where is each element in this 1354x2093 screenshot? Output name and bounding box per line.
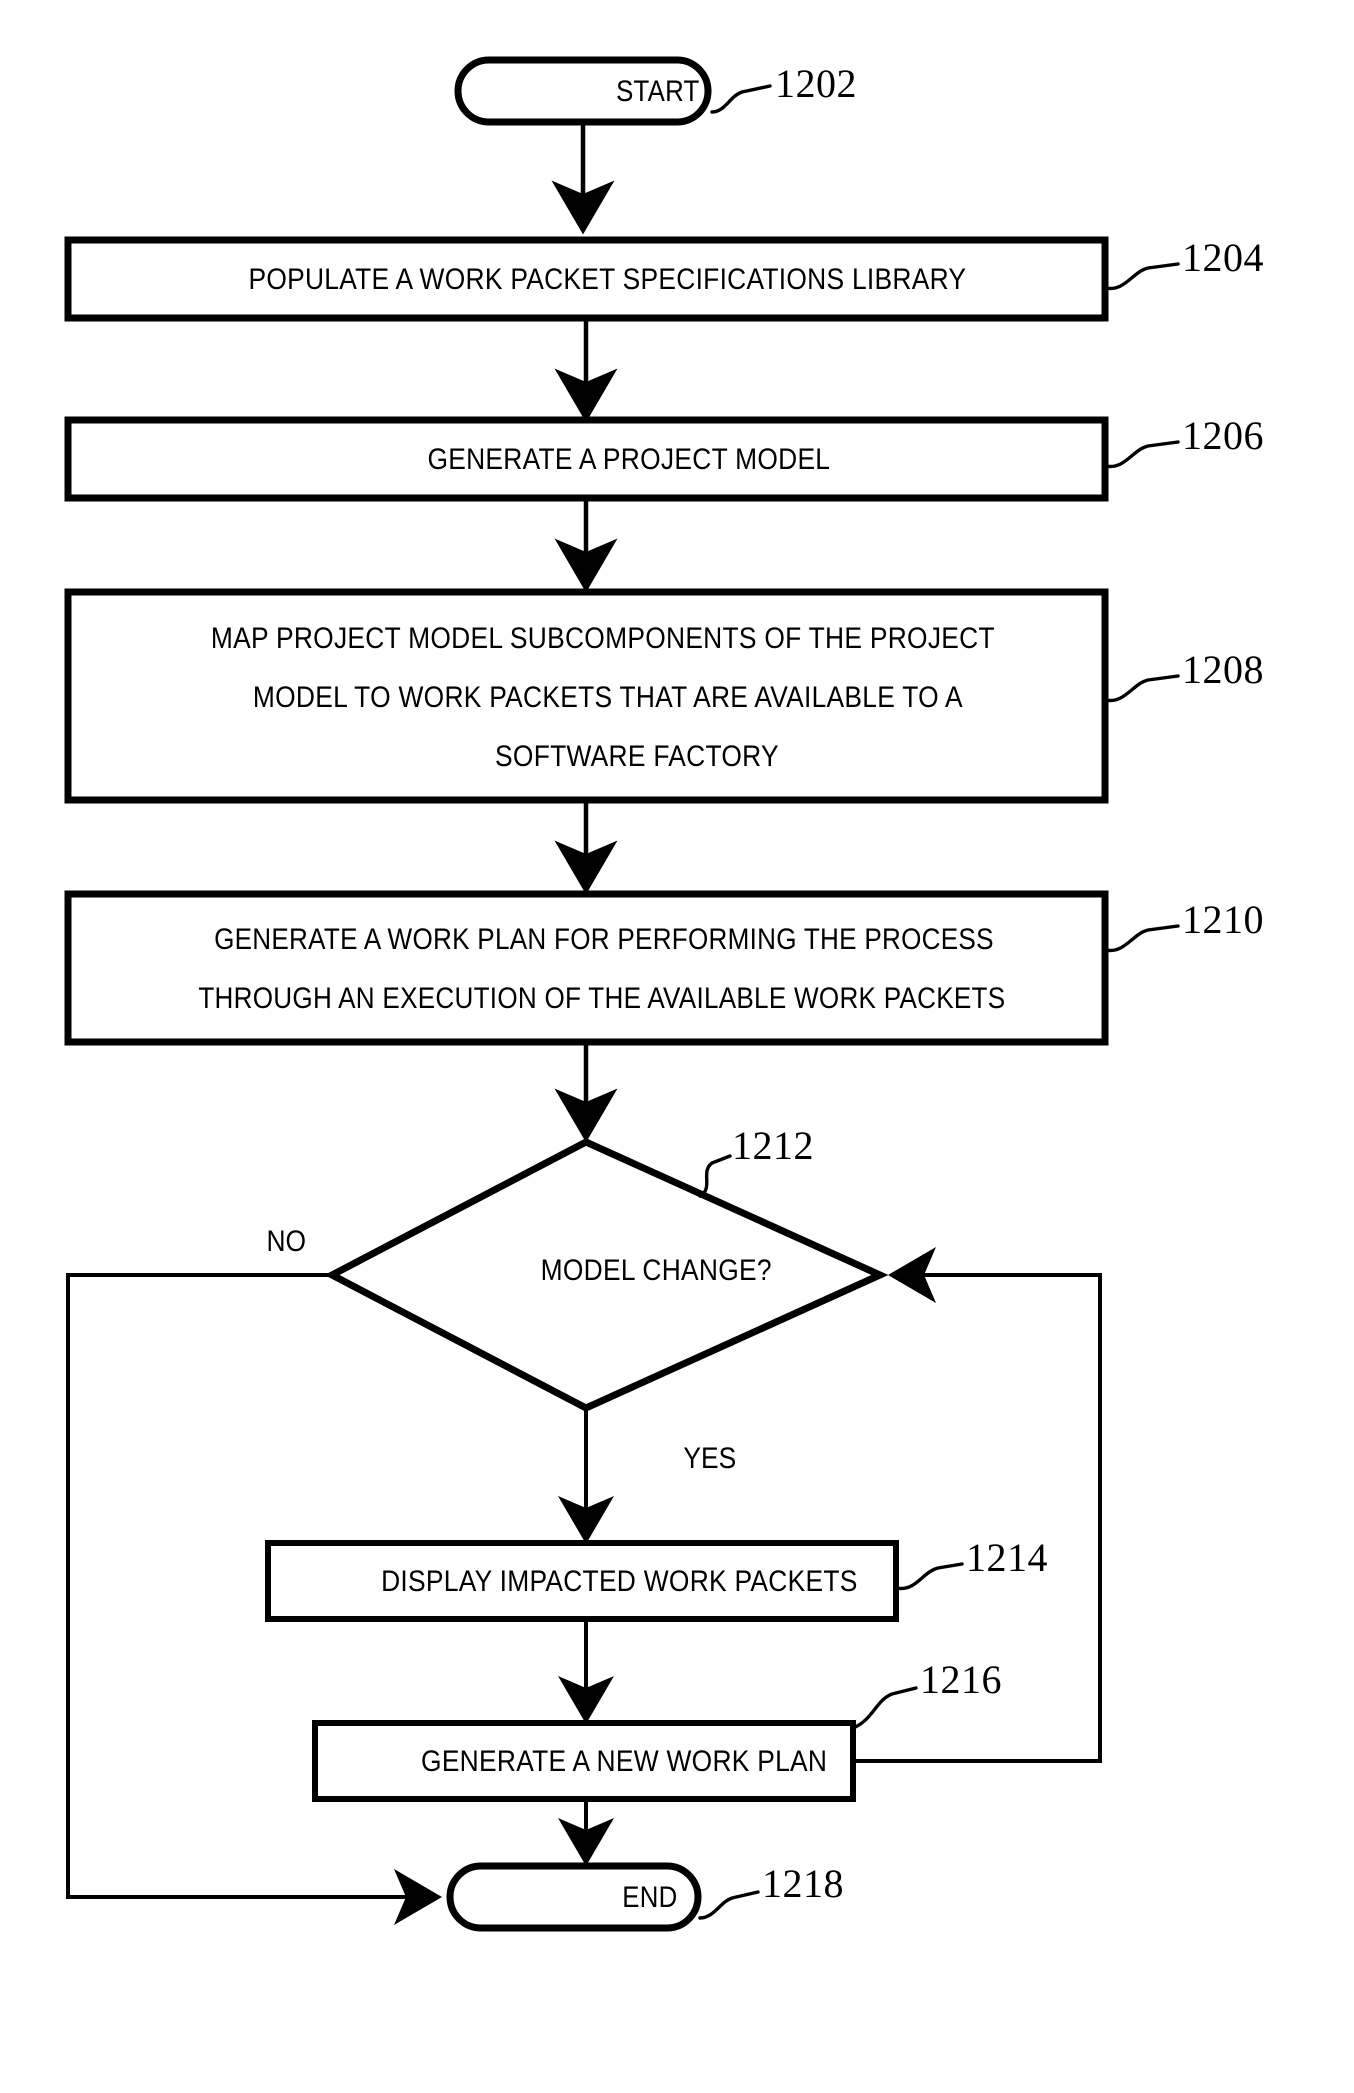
ref-leader-1216: 1216 xyxy=(851,1657,1002,1730)
ref-label-1216: 1216 xyxy=(920,1657,1002,1702)
node-display-impacted[interactable]: DISPLAY IMPACTED WORK PACKETS xyxy=(265,1540,899,1622)
node-generate-work-plan-label-line2: THROUGH AN EXECUTION OF THE AVAILABLE WO… xyxy=(198,981,1005,1014)
ref-label-1218: 1218 xyxy=(762,1861,844,1906)
ref-leader-1212: 1212 xyxy=(698,1123,814,1198)
flowchart-svg: START 1202 POPULATE A WORK PACKET SPECIF… xyxy=(64,56,1264,1932)
branch-label-no: NO xyxy=(266,1223,306,1257)
ref-leader-1202: 1202 xyxy=(710,61,857,114)
node-map-subcomponents-label-line2: MODEL TO WORK PACKETS THAT ARE AVAILABLE… xyxy=(253,679,963,713)
ref-leader-1214: 1214 xyxy=(894,1535,1048,1591)
node-generate-new-plan-label: GENERATE A NEW WORK PLAN xyxy=(421,1743,827,1777)
ref-label-1212: 1212 xyxy=(732,1123,814,1168)
node-display-impacted-label: DISPLAY IMPACTED WORK PACKETS xyxy=(381,1563,857,1597)
ref-leader-1208: 1208 xyxy=(1103,647,1264,703)
node-generate-new-plan[interactable]: GENERATE A NEW WORK PLAN xyxy=(312,1720,856,1802)
node-populate-library[interactable]: POPULATE A WORK PACKET SPECIFICATIONS LI… xyxy=(64,236,1109,322)
ref-leader-1206: 1206 xyxy=(1103,413,1264,469)
ref-leader-1210: 1210 xyxy=(1103,897,1264,953)
node-generate-work-plan[interactable]: GENERATE A WORK PLAN FOR PERFORMING THE … xyxy=(64,890,1109,1046)
node-populate-library-label: POPULATE A WORK PACKET SPECIFICATIONS LI… xyxy=(248,261,966,295)
ref-label-1204: 1204 xyxy=(1182,235,1264,280)
node-end-label: END xyxy=(622,1880,677,1913)
node-map-subcomponents[interactable]: MAP PROJECT MODEL SUBCOMPONENTS OF THE P… xyxy=(64,588,1109,804)
node-generate-project-model-label: GENERATE A PROJECT MODEL xyxy=(427,441,830,475)
node-start[interactable]: START xyxy=(454,56,712,126)
node-start-label: START xyxy=(616,74,699,107)
flowchart-canvas: START 1202 POPULATE A WORK PACKET SPECIF… xyxy=(0,0,1354,2093)
branch-label-yes: YES xyxy=(683,1440,736,1474)
ref-label-1210: 1210 xyxy=(1182,897,1264,942)
ref-label-1206: 1206 xyxy=(1182,413,1264,458)
ref-label-1214: 1214 xyxy=(966,1535,1048,1580)
ref-leader-1204: 1204 xyxy=(1103,235,1264,291)
node-end[interactable]: END xyxy=(446,1862,702,1932)
node-map-subcomponents-label-line1: MAP PROJECT MODEL SUBCOMPONENTS OF THE P… xyxy=(211,620,995,654)
node-model-change-label: MODEL CHANGE? xyxy=(541,1252,772,1286)
ref-label-1208: 1208 xyxy=(1182,647,1264,692)
node-generate-project-model[interactable]: GENERATE A PROJECT MODEL xyxy=(64,416,1109,502)
ref-leader-1218: 1218 xyxy=(698,1861,844,1920)
ref-label-1202: 1202 xyxy=(775,61,857,106)
node-model-change[interactable]: MODEL CHANGE? xyxy=(324,1138,889,1412)
node-generate-work-plan-label-line1: GENERATE A WORK PLAN FOR PERFORMING THE … xyxy=(214,922,994,955)
node-map-subcomponents-label-line3: SOFTWARE FACTORY xyxy=(495,738,779,772)
